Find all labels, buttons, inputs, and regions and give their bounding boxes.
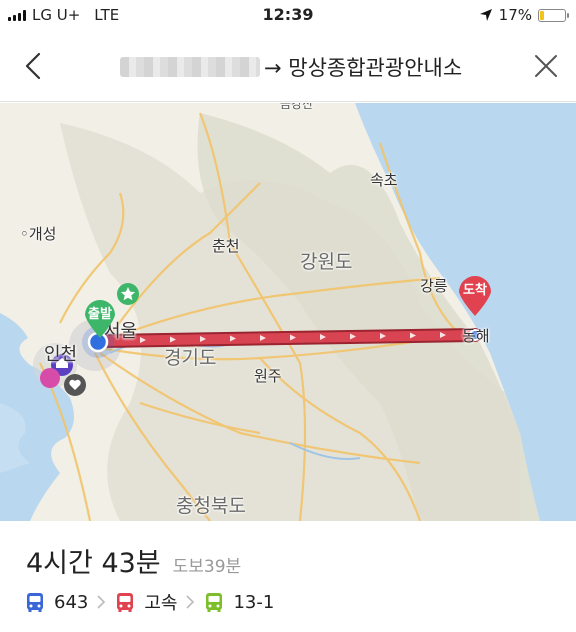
destination-label: → 망상종합관광안내소 — [264, 56, 463, 80]
walk-duration: 도보39분 — [172, 557, 242, 577]
close-button[interactable] — [530, 50, 562, 82]
origin-redacted — [120, 57, 260, 77]
route-title: → 망상종합관광안내소 — [120, 52, 462, 82]
bus-icon — [117, 593, 134, 612]
map-label-gangwondo: 강원도 — [300, 251, 353, 273]
end-pin-label: 도착 — [463, 283, 487, 298]
route-summary-panel[interactable]: 4시간 43분 도보39분 643 고속 13-1 — [0, 521, 576, 632]
transit-legs: 643 고속 13-1 — [24, 589, 274, 615]
map-label-gaeseong: ◦개성 — [20, 225, 57, 243]
back-button[interactable] — [18, 50, 50, 82]
map-label-chungcheongbukdo: 충청북도 — [176, 495, 246, 517]
close-icon — [535, 55, 557, 77]
start-pin[interactable]: 출발 — [82, 295, 118, 339]
map-label-gangneung: 강릉 — [420, 277, 448, 295]
chevron-right-icon — [186, 595, 195, 609]
map-label-geumgangsan: 금강산 — [280, 103, 314, 111]
route-header: → 망상종합관광안내소 — [0, 30, 576, 102]
map-label-wonju: 원주 — [254, 367, 282, 385]
leg-label: 고속 — [144, 593, 178, 614]
battery-percent: 17% — [498, 6, 532, 24]
status-bar: LG U+ LTE 12:39 17% — [0, 0, 576, 30]
map-view[interactable]: 금강산 속초 ◦개성 춘천 강원도 강릉 서울 동해 인천 경기도 원주 충청북… — [0, 103, 576, 521]
leg-label: 13-1 — [233, 591, 275, 613]
total-duration: 4시간 43분 — [26, 548, 161, 579]
bus-icon — [206, 593, 223, 612]
leg-label: 643 — [54, 591, 89, 613]
map-label-gyeonggido: 경기도 — [164, 347, 217, 369]
map-label-sokcho: 속초 — [370, 171, 398, 189]
leg-bus-643: 643 — [24, 591, 88, 613]
chevron-right-icon — [97, 595, 106, 609]
map-label-chuncheon: 춘천 — [212, 237, 240, 255]
chevron-left-icon — [25, 52, 41, 80]
battery-icon — [538, 8, 569, 22]
start-pin-label: 출발 — [88, 307, 112, 322]
leg-bus-13-1: 13-1 — [203, 591, 274, 613]
location-arrow-icon — [479, 9, 492, 21]
map-label-incheon: 인천 — [44, 344, 78, 365]
end-pin[interactable]: 도착 — [456, 271, 494, 317]
bus-icon — [27, 593, 43, 612]
map-label-donghae: 동해 — [462, 327, 490, 345]
leg-express-bus: 고속 — [114, 589, 177, 615]
